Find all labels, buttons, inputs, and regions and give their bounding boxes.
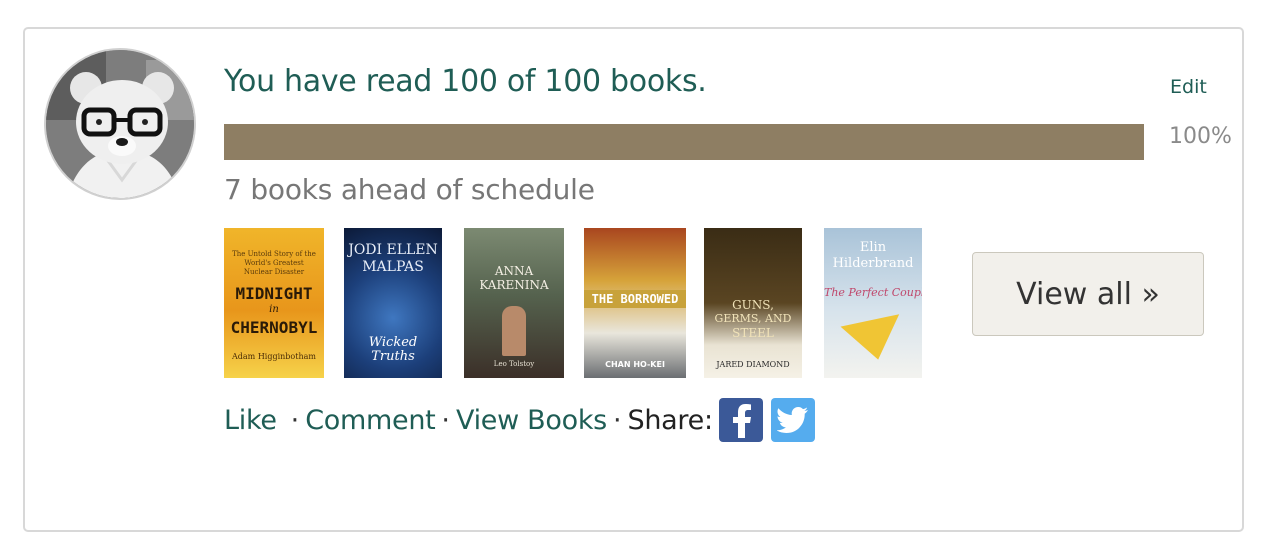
book-title-line: Elin bbox=[859, 240, 887, 255]
book-author: JARED DIAMOND bbox=[716, 360, 790, 369]
progress-bar bbox=[224, 124, 1144, 160]
umbrella-illustration bbox=[840, 314, 908, 366]
bear-with-glasses-icon bbox=[46, 50, 194, 198]
action-bar: Like · Comment · View Books · Share: bbox=[224, 398, 815, 442]
book-title-line: THE BORROWED bbox=[584, 290, 686, 308]
book-cover-midnight-in-chernobyl[interactable]: The Untold Story of the World's Greatest… bbox=[224, 228, 324, 378]
separator-dot: · bbox=[441, 404, 451, 436]
book-author: Adam Higginbotham bbox=[232, 352, 316, 361]
book-title-line: JODI ELLEN bbox=[348, 242, 438, 258]
book-subtitle: Wicked Truths bbox=[368, 336, 418, 364]
book-cover-wicked-truths[interactable]: JODI ELLEN MALPAS Wicked Truths bbox=[344, 228, 442, 378]
comment-link[interactable]: Comment bbox=[305, 405, 435, 436]
book-title-line: MIDNIGHT bbox=[235, 284, 313, 303]
book-title-line: Hilderbrand bbox=[832, 256, 914, 271]
book-title-line: ANNA bbox=[494, 264, 534, 278]
like-link[interactable]: Like bbox=[224, 405, 277, 436]
book-author: CHAN HO-KEI bbox=[605, 360, 665, 369]
book-tagline: The Untold Story of the World's Greatest… bbox=[232, 250, 316, 276]
book-cover-guns-germs-and-steel[interactable]: GUNS, GERMS, AND STEEL JARED DIAMOND bbox=[704, 228, 802, 378]
book-title-line: MALPAS bbox=[362, 259, 424, 275]
book-title-line: CHERNOBYL bbox=[230, 318, 318, 337]
progress-bar-fill bbox=[224, 124, 1144, 160]
schedule-status: 7 books ahead of schedule bbox=[224, 173, 595, 206]
book-title-line: KARENINA bbox=[479, 278, 549, 292]
book-cover-the-borrowed[interactable]: THE BORROWED CHAN HO-KEI bbox=[584, 228, 686, 378]
book-cover-anna-karenina[interactable]: ANNA KARENINA Leo Tolstoy bbox=[464, 228, 564, 378]
facebook-share-button[interactable] bbox=[718, 398, 763, 442]
figure-illustration bbox=[502, 306, 526, 356]
progress-percent: 100% bbox=[1169, 124, 1232, 149]
book-title-line: GUNS, bbox=[732, 298, 774, 312]
book-author: Leo Tolstoy bbox=[493, 360, 535, 368]
facebook-icon bbox=[732, 404, 751, 438]
separator-dot: · bbox=[612, 404, 622, 436]
book-cover-the-perfect-couple[interactable]: Elin Hilderbrand The Perfect Couple bbox=[824, 228, 922, 378]
goal-headline[interactable]: You have read 100 of 100 books. bbox=[224, 64, 707, 99]
twitter-icon bbox=[776, 407, 808, 433]
book-title-line: in bbox=[269, 304, 279, 315]
separator-dot: · bbox=[290, 404, 300, 436]
edit-link[interactable]: Edit bbox=[1170, 76, 1207, 98]
twitter-share-button[interactable] bbox=[770, 398, 815, 442]
book-title-line: STEEL bbox=[732, 326, 774, 340]
share-label: Share: bbox=[627, 404, 714, 436]
book-title-line: GERMS, AND bbox=[714, 312, 792, 325]
view-books-link[interactable]: View Books bbox=[456, 405, 607, 436]
view-all-button[interactable]: View all » bbox=[972, 252, 1204, 336]
avatar[interactable] bbox=[44, 48, 196, 200]
book-subtitle: The Perfect Couple bbox=[824, 286, 922, 299]
